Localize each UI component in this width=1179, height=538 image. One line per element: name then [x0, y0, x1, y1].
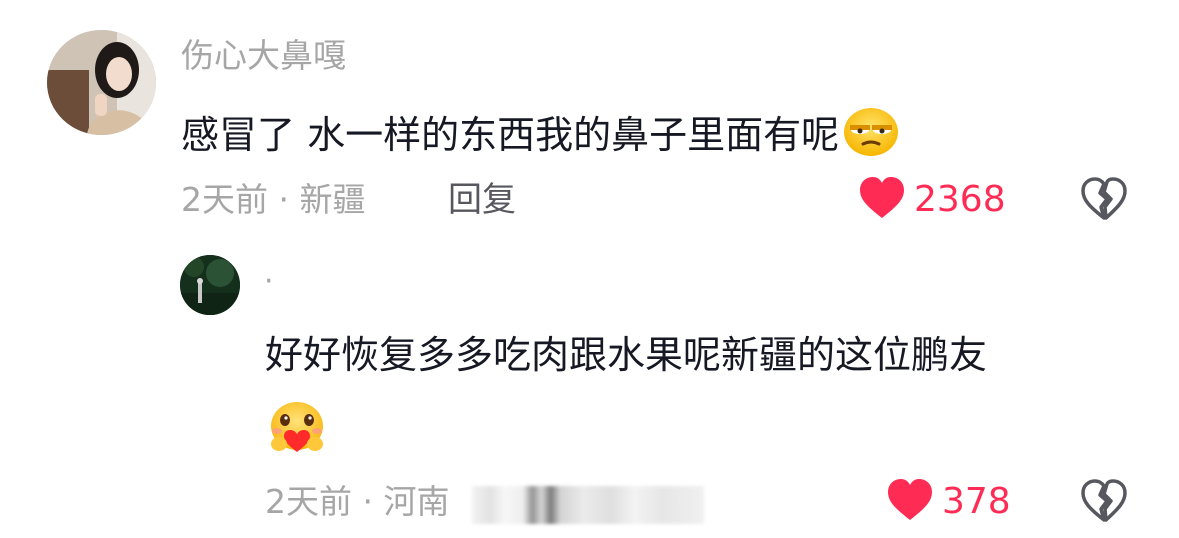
heart-icon — [886, 478, 934, 526]
replier-avatar[interactable] — [180, 255, 240, 315]
reply-text: 好好恢复多多吃肉跟水果呢新疆的这位鹏友 — [265, 333, 988, 377]
dislike-button[interactable] — [1080, 478, 1128, 528]
dislike-button[interactable] — [1080, 176, 1128, 226]
broken-heart-icon — [1080, 177, 1128, 226]
comment-text: 感冒了 水一样的东西我的鼻子里面有呢 — [181, 106, 899, 169]
heart-hug-face-icon — [266, 400, 328, 460]
avatar-photo — [47, 30, 156, 135]
comment-body: 感冒了 水一样的东西我的鼻子里面有呢 — [181, 113, 840, 157]
comment-meta: 2天前 · 新疆 — [181, 180, 366, 219]
avatar-photo — [180, 255, 240, 315]
comment-like-button[interactable]: 2368 — [858, 176, 1006, 224]
reply-button[interactable]: 回复 — [448, 178, 516, 222]
like-count: 2368 — [914, 179, 1006, 220]
replier-username[interactable]: · — [264, 262, 274, 302]
reply-like-button[interactable]: 378 — [886, 478, 1011, 526]
unamused-face-icon — [843, 106, 899, 169]
like-count: 378 — [942, 481, 1011, 522]
reply-meta: 2天前 · 河南 — [265, 482, 450, 521]
heart-icon — [858, 176, 906, 224]
commenter-avatar[interactable] — [47, 30, 156, 135]
broken-heart-icon — [1080, 479, 1128, 528]
commenter-username[interactable]: 伤心大鼻嘎 — [181, 34, 346, 78]
redacted-area — [472, 486, 704, 524]
